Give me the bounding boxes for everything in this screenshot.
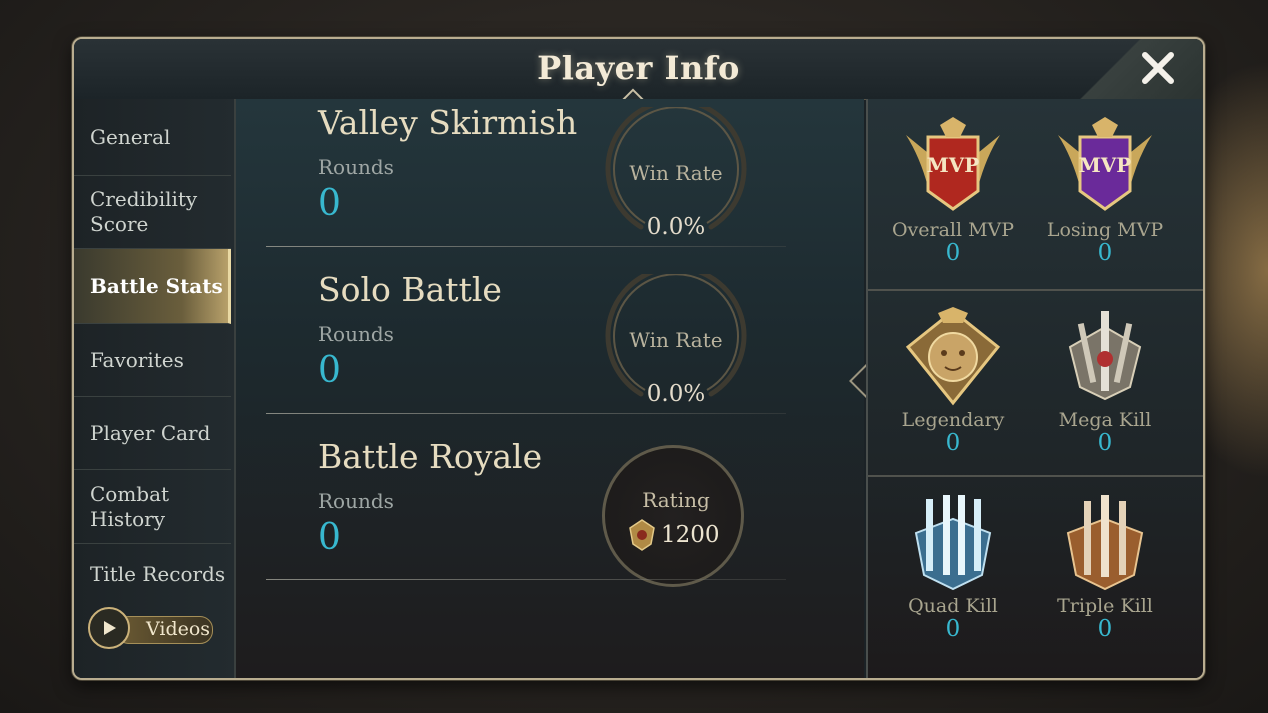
sidebar-item-label: Favorites [90,347,184,372]
badge-triple-kill[interactable]: Triple Kill 0 [1030,493,1180,641]
rounds-value: 0 [318,517,341,558]
close-area [1073,39,1203,99]
badge-name: Quad Kill [908,595,998,617]
rating-emblem-icon [629,519,655,551]
rounds-label: Rounds [318,489,394,513]
bronze-swords-icon [1066,495,1144,591]
badge-value: 0 [1097,430,1113,456]
sidebar-item-favorites[interactable]: Favorites [74,324,231,397]
sidebar-item-combat-history[interactable]: Combat History [74,470,231,544]
badge-value: 0 [945,240,961,266]
badge-quad-kill[interactable]: Quad Kill 0 [878,493,1028,641]
sidebar-item-label: General [90,124,171,149]
lion-crest-icon [905,307,1001,406]
mode-solo-battle: Solo Battle Rounds 0 Win Rate 0.0% [236,265,864,433]
videos-label: Videos [146,618,211,640]
close-icon [1142,52,1174,84]
badge-mega-kill[interactable]: Mega Kill 0 [1030,307,1180,455]
rating-label: Rating [642,488,710,512]
badge-value: 0 [1097,616,1113,642]
player-info-panel: Player Info General Credibility Score Ba… [72,37,1205,680]
battle-stats-main: Valley Skirmish Rounds 0 Win Rate 0.0% S… [236,98,864,678]
sidebar: General Credibility Score Battle Stats F… [74,99,236,678]
sidebar-item-label: Credibility Score [90,187,198,236]
mode-battle-royale: Battle Royale Rounds 0 Rating 1200 [236,433,864,600]
page-title: Player Info [537,49,740,87]
badge-name: Mega Kill [1058,409,1152,431]
sidebar-item-label: Title Records [90,561,226,586]
badge-name: Legendary [901,409,1005,431]
sidebar-item-general[interactable]: General [74,99,231,176]
mode-valley-skirmish: Valley Skirmish Rounds 0 Win Rate 0.0% [236,98,864,266]
sidebar-item-title-records[interactable]: Title Records [74,544,231,604]
swords-crest-icon [1068,311,1142,401]
win-rate-label: Win Rate [629,328,723,352]
close-button[interactable] [1135,45,1181,91]
mode-title: Valley Skirmish [318,103,578,142]
badge-name: Losing MVP [1046,219,1164,241]
sidebar-item-battle-stats[interactable]: Battle Stats [74,249,231,324]
rating-gauge: Rating 1200 [602,445,744,587]
rounds-value: 0 [318,350,341,391]
mvp-red-badge-icon: MVP [906,117,1000,211]
sidebar-item-label: Battle Stats [90,273,223,298]
sidebar-item-player-card[interactable]: Player Card [74,397,231,470]
divider [868,475,1203,477]
videos-button[interactable]: Videos [88,607,213,649]
divider [868,289,1203,291]
mode-title: Battle Royale [318,437,543,476]
badge-value: 0 [945,430,961,456]
win-rate-gauge: Win Rate 0.0% [601,98,751,257]
sidebar-item-label: Player Card [90,420,211,445]
badge-losing-mvp[interactable]: MVP Losing MVP 0 [1030,117,1180,265]
badge-overall-mvp[interactable]: MVP Overall MVP 0 [878,117,1028,265]
svg-text:MVP: MVP [927,153,980,177]
win-rate-value: 0.0% [646,214,706,240]
divider [266,579,786,580]
badge-legendary[interactable]: Legendary 0 [878,307,1028,455]
rounds-value: 0 [318,183,341,224]
panel-header: Player Info [74,39,1203,100]
win-rate-label: Win Rate [629,161,723,185]
divider [266,413,786,414]
sidebar-item-label: Combat History [90,481,170,531]
rounds-label: Rounds [318,155,394,179]
achievements-panel: MVP Overall MVP 0 MVP Losing MVP 0 Legen… [866,99,1203,678]
badge-name: Overall MVP [891,219,1015,241]
win-rate-value: 0.0% [646,381,706,407]
mode-title: Solo Battle [318,270,502,309]
rating-value: 1200 [661,522,720,548]
mvp-purple-badge-icon: MVP [1058,117,1152,211]
badge-name: Triple Kill [1057,595,1153,617]
badge-value: 0 [1097,240,1113,266]
rounds-label: Rounds [318,322,394,346]
blue-swords-icon [914,495,992,591]
badge-value: 0 [945,616,961,642]
rating-row: 1200 [627,518,720,552]
play-icon [88,607,130,649]
divider [266,246,786,247]
svg-text:MVP: MVP [1079,153,1132,177]
win-rate-gauge: Win Rate 0.0% [601,265,751,424]
sidebar-item-credibility-score[interactable]: Credibility Score [74,176,231,249]
